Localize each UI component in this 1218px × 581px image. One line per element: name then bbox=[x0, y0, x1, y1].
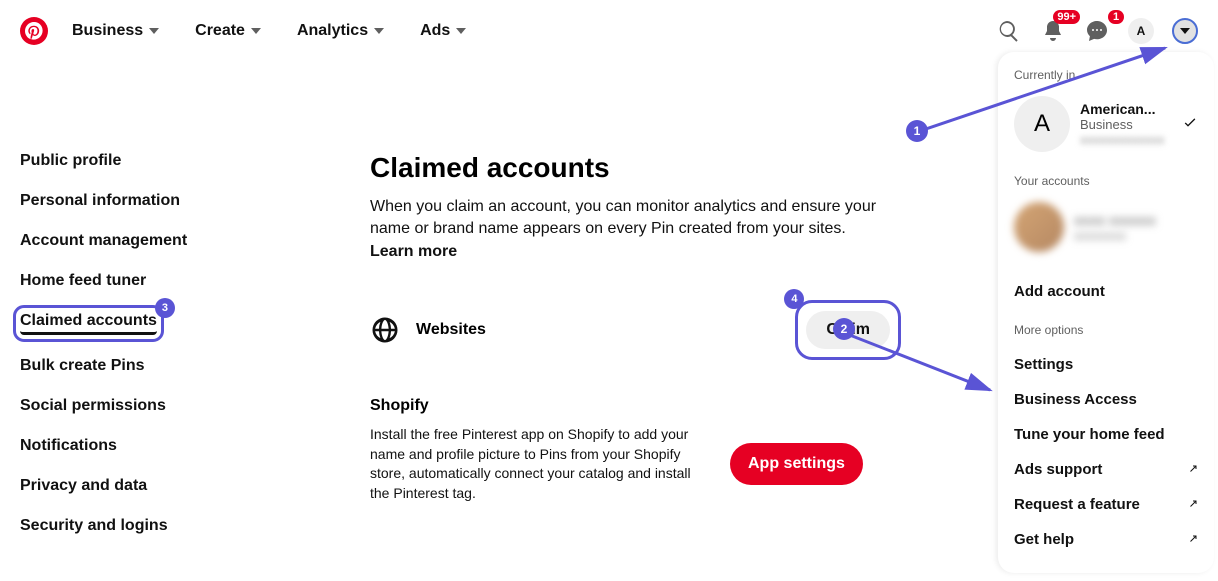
message-badge: 1 bbox=[1108, 10, 1124, 24]
dd-get-help[interactable]: Get help bbox=[1010, 522, 1202, 557]
nav-create[interactable]: Create bbox=[183, 14, 273, 48]
dd-tune-feed[interactable]: Tune your home feed bbox=[1010, 417, 1202, 452]
globe-icon bbox=[370, 315, 400, 345]
chevron-down-icon bbox=[1180, 28, 1190, 34]
notifications-icon[interactable]: 99+ bbox=[1040, 18, 1066, 44]
avatar[interactable]: A bbox=[1128, 18, 1154, 44]
dd-settings[interactable]: Settings bbox=[1010, 347, 1202, 382]
nav-ads[interactable]: Ads bbox=[408, 14, 478, 48]
sidebar-item-personal-info[interactable]: Personal information bbox=[20, 192, 240, 210]
messages-icon[interactable]: 1 bbox=[1084, 18, 1110, 44]
sidebar-item-account-mgmt[interactable]: Account management bbox=[20, 232, 240, 250]
nav-analytics[interactable]: Analytics bbox=[285, 14, 396, 48]
chevron-down-icon bbox=[149, 28, 159, 34]
page-title: Claimed accounts bbox=[370, 152, 890, 184]
chevron-down-icon bbox=[251, 28, 261, 34]
websites-label: Websites bbox=[416, 321, 790, 339]
chevron-down-icon bbox=[456, 28, 466, 34]
dd-your-accounts-label: Your accounts bbox=[1010, 174, 1202, 188]
dd-add-account[interactable]: Add account bbox=[1010, 274, 1202, 309]
dd-current-account[interactable]: A American... Business xxxxxxxxxxxxx bbox=[1010, 92, 1202, 156]
dd-hidden-name: xxxx xxxxxx bbox=[1074, 212, 1198, 228]
page-description: When you claim an account, you can monit… bbox=[370, 196, 890, 263]
header-right: 99+ 1 A bbox=[996, 18, 1198, 44]
sidebar-item-claimed-accounts[interactable]: Claimed accounts bbox=[20, 312, 157, 335]
sidebar-item-public-profile[interactable]: Public profile bbox=[20, 152, 240, 170]
websites-section: Websites Claim 4 bbox=[370, 311, 890, 349]
sidebar: Public profile Personal information Acco… bbox=[20, 62, 240, 535]
dd-avatar-blurred bbox=[1014, 202, 1064, 252]
shopify-title: Shopify bbox=[370, 397, 890, 415]
dd-account-hidden: xxxxxxxxxxxxx bbox=[1080, 132, 1172, 147]
notification-badge: 99+ bbox=[1053, 10, 1080, 24]
chevron-down-icon bbox=[374, 28, 384, 34]
dd-request-feature[interactable]: Request a feature bbox=[1010, 487, 1202, 522]
app-settings-button[interactable]: App settings bbox=[730, 443, 863, 485]
account-menu-toggle[interactable] bbox=[1172, 18, 1198, 44]
dd-more-options-label: More options bbox=[1010, 323, 1202, 337]
check-icon bbox=[1182, 114, 1198, 135]
dd-ads-support[interactable]: Ads support bbox=[1010, 452, 1202, 487]
shopify-description: Install the free Pinterest app on Shopif… bbox=[370, 425, 710, 503]
dd-business-access[interactable]: Business Access bbox=[1010, 382, 1202, 417]
sidebar-item-social-perms[interactable]: Social permissions bbox=[20, 397, 240, 415]
dd-currently-in-label: Currently in bbox=[1010, 68, 1202, 82]
sidebar-item-home-feed[interactable]: Home feed tuner bbox=[20, 272, 240, 290]
callout-badge-4: 4 bbox=[784, 289, 804, 309]
account-dropdown: Currently in A American... Business xxxx… bbox=[998, 52, 1214, 573]
nav-business[interactable]: Business bbox=[60, 14, 171, 48]
external-link-icon bbox=[1186, 534, 1198, 546]
content: Claimed accounts When you claim an accou… bbox=[370, 62, 890, 535]
sidebar-item-security[interactable]: Security and logins bbox=[20, 517, 240, 535]
search-icon[interactable] bbox=[996, 18, 1022, 44]
dd-account-type: Business bbox=[1080, 117, 1172, 132]
sidebar-item-notifications[interactable]: Notifications bbox=[20, 437, 240, 455]
external-link-icon bbox=[1186, 499, 1198, 511]
sidebar-item-bulk-create[interactable]: Bulk create Pins bbox=[20, 357, 240, 375]
sidebar-item-privacy[interactable]: Privacy and data bbox=[20, 477, 240, 495]
shopify-section: Shopify Install the free Pinterest app o… bbox=[370, 397, 890, 503]
callout-badge-3: 3 bbox=[155, 298, 175, 318]
dd-avatar: A bbox=[1014, 96, 1070, 152]
dd-other-account[interactable]: xxxx xxxxxx xxxxxxxx bbox=[1010, 198, 1202, 256]
callout-badge-2: 2 bbox=[833, 318, 855, 340]
callout-badge-1: 1 bbox=[906, 120, 928, 142]
dd-account-name: American... bbox=[1080, 101, 1172, 117]
external-link-icon bbox=[1186, 464, 1198, 476]
dd-hidden-sub: xxxxxxxx bbox=[1074, 228, 1198, 243]
pinterest-logo[interactable] bbox=[20, 17, 48, 45]
learn-more-link[interactable]: Learn more bbox=[370, 243, 457, 260]
